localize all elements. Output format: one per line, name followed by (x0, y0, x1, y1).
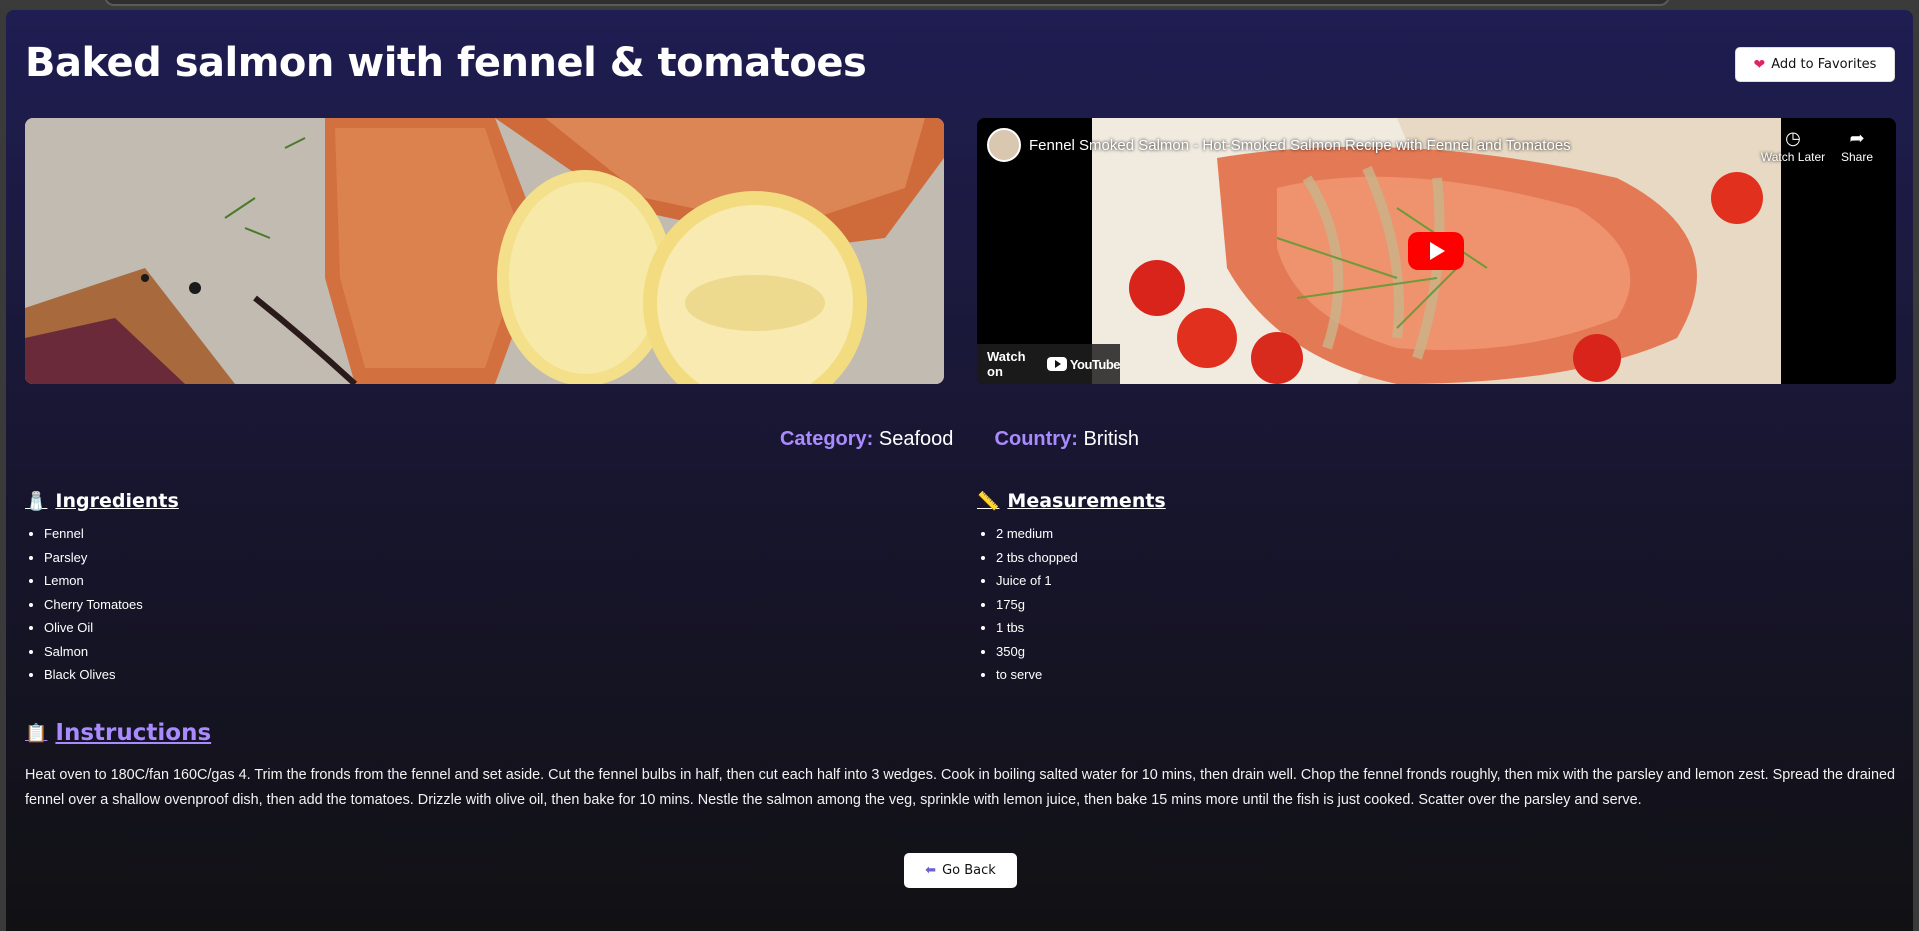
browser-address-pill[interactable] (104, 0, 1670, 6)
share-arrow-icon: ➦ (1849, 128, 1865, 148)
list-item: Fennel (44, 524, 143, 548)
channel-avatar[interactable] (987, 128, 1021, 162)
list-item: Parsley (44, 548, 143, 572)
salt-shaker-icon: 🧂 (25, 490, 48, 512)
youtube-wordmark: YouTube (1069, 356, 1121, 372)
salmon-photo-illustration (25, 118, 944, 384)
list-item: 2 medium (996, 524, 1078, 548)
watch-later-button[interactable]: ◷ Watch Later (1758, 128, 1828, 164)
list-item: Cherry Tomatoes (44, 595, 143, 619)
browser-top-bar (0, 0, 1919, 8)
clipboard-icon: 📋 (25, 722, 48, 744)
play-icon (1430, 242, 1445, 260)
recipe-photo (25, 118, 944, 384)
back-arrow-icon: ⬅ (925, 863, 937, 878)
go-back-button[interactable]: ⬅ Go Back (904, 853, 1017, 888)
list-item: Olive Oil (44, 618, 143, 642)
list-item: 350g (996, 642, 1078, 666)
watch-on-youtube-button[interactable]: Watch on YouTube (977, 344, 1121, 384)
share-button[interactable]: ➦ Share (1822, 128, 1892, 164)
list-item: Lemon (44, 571, 143, 595)
add-to-favorites-label: Add to Favorites (1771, 57, 1877, 72)
instructions-heading-label: Instructions (55, 720, 212, 746)
list-item: Juice of 1 (996, 571, 1078, 595)
go-back-label: Go Back (942, 863, 996, 878)
ingredients-heading-label: Ingredients (55, 490, 179, 512)
watch-later-label: Watch Later (1760, 150, 1826, 164)
country-label: Country: (994, 428, 1078, 450)
recipe-meta: Category: Seafood Country: British (6, 428, 1913, 451)
measurements-list: 2 medium 2 tbs chopped Juice of 1 175g 1… (977, 524, 1078, 689)
list-item: 2 tbs chopped (996, 548, 1078, 572)
heart-icon: ❤ (1753, 56, 1766, 73)
list-item: Black Olives (44, 665, 143, 689)
clock-icon: ◷ (1785, 128, 1801, 148)
instructions-text: Heat oven to 180C/fan 160C/gas 4. Trim t… (25, 767, 1896, 808)
video-title[interactable]: Fennel Smoked Salmon - Hot-Smoked Salmon… (1029, 137, 1571, 154)
category-value: Seafood (878, 428, 954, 450)
list-item: 1 tbs (996, 618, 1078, 642)
instructions-heading: 📋 Instructions (25, 720, 211, 746)
ingredients-heading: 🧂 Ingredients (25, 490, 179, 512)
list-item: 175g (996, 595, 1078, 619)
ruler-icon: 📏 (977, 490, 1000, 512)
measurements-heading: 📏 Measurements (977, 490, 1166, 512)
list-item: to serve (996, 665, 1078, 689)
list-item: Salmon (44, 642, 143, 666)
youtube-logo: YouTube (1046, 356, 1121, 372)
add-to-favorites-button[interactable]: ❤ Add to Favorites (1735, 47, 1895, 82)
ingredients-list: Fennel Parsley Lemon Cherry Tomatoes Oli… (25, 524, 143, 689)
play-button[interactable] (1408, 232, 1464, 270)
youtube-video-embed[interactable]: Fennel Smoked Salmon - Hot-Smoked Salmon… (977, 118, 1896, 384)
watch-on-label: Watch on (987, 349, 1026, 379)
youtube-play-icon (1046, 357, 1067, 371)
measurements-heading-label: Measurements (1007, 490, 1166, 512)
recipe-page: Baked salmon with fennel & tomatoes ❤ Ad… (6, 10, 1913, 931)
share-label: Share (1840, 150, 1874, 164)
country-value: British (1083, 428, 1140, 450)
recipe-title: Baked salmon with fennel & tomatoes (25, 40, 867, 86)
category-label: Category: (779, 428, 874, 450)
